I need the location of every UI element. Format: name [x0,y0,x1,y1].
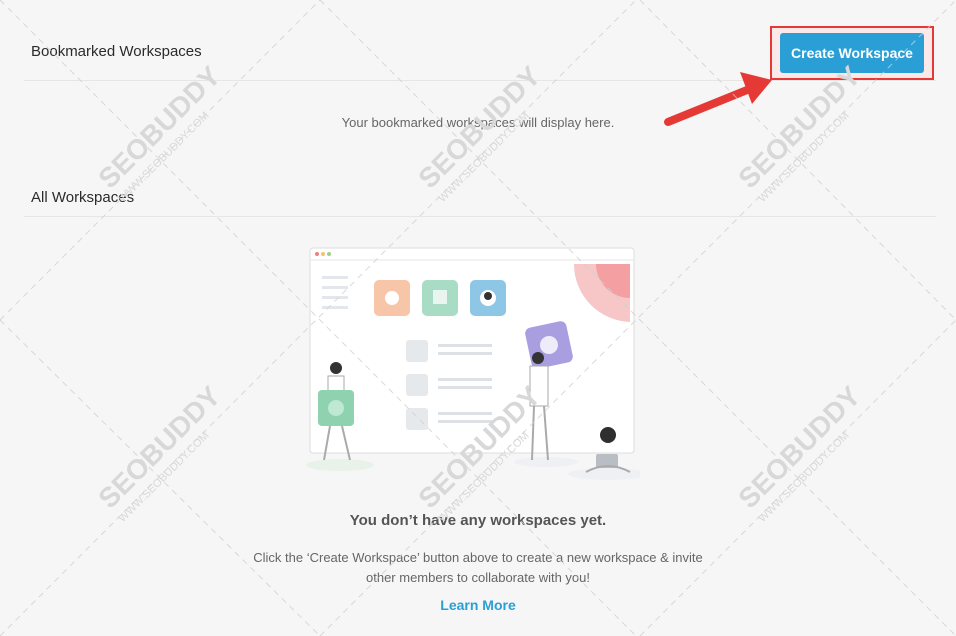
learn-more-link[interactable]: Learn More [0,597,956,613]
watermark-text: SEOBUDDY [732,380,866,514]
watermark-text: SEOBUDDY [92,380,226,514]
empty-desc-line-1: Click the ‘Create Workspace’ button abov… [253,550,703,565]
empty-workspaces-title: You don’t have any workspaces yet. [349,512,607,529]
all-workspaces-title: All Workspaces [31,189,135,206]
all-workspaces-section-header [24,0,936,217]
empty-workspaces-illustration [306,247,640,480]
watermark-subtext: WWW.SEOBUDDY.COM [756,430,851,525]
empty-desc-line-2: other members to collaborate with you! [366,570,590,585]
empty-workspaces-description: Click the ‘Create Workspace’ button abov… [228,548,728,588]
watermark-subtext: WWW.SEOBUDDY.COM [116,430,211,525]
